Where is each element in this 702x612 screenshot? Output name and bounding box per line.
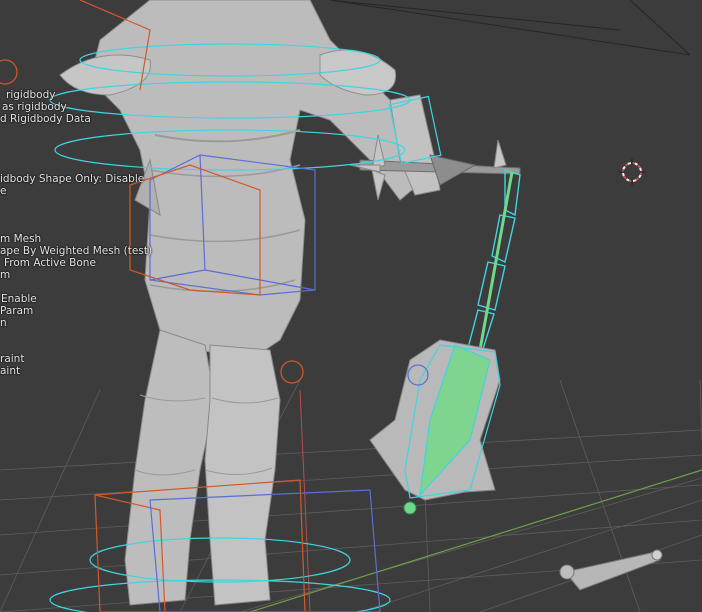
menu-item[interactable]: n [0, 317, 7, 329]
menu-item[interactable]: ape By Weighted Mesh (test) [0, 245, 152, 257]
flail-head[interactable] [369, 339, 501, 515]
menu-item[interactable]: m [0, 269, 10, 281]
menu-item[interactable]: Enable [1, 293, 37, 305]
menu-item[interactable]: rigidbody [6, 89, 55, 101]
menu-item[interactable]: as rigidbody [2, 101, 67, 113]
menu-item[interactable]: d Rigidbody Data [0, 113, 91, 125]
menu-item[interactable]: raint [0, 353, 24, 365]
menu-item[interactable]: m Mesh [0, 233, 41, 245]
camera-lines [329, 0, 691, 56]
flail-chain[interactable] [467, 169, 521, 353]
3d-cursor-icon[interactable] [618, 158, 646, 186]
menu-item[interactable]: e [0, 185, 6, 197]
menu-item[interactable]: idbody Shape Only: Disable [0, 173, 144, 185]
3d-viewport[interactable]: rigidbody as rigidbody d Rigidbody Data … [0, 0, 702, 612]
small-bone[interactable] [559, 549, 663, 591]
x-axis-line [299, 389, 311, 612]
menu-item[interactable]: Param [0, 305, 33, 317]
menu-item[interactable]: aint [0, 365, 20, 377]
scene-canvas[interactable] [0, 0, 702, 612]
menu-item[interactable]: From Active Bone [4, 257, 96, 269]
